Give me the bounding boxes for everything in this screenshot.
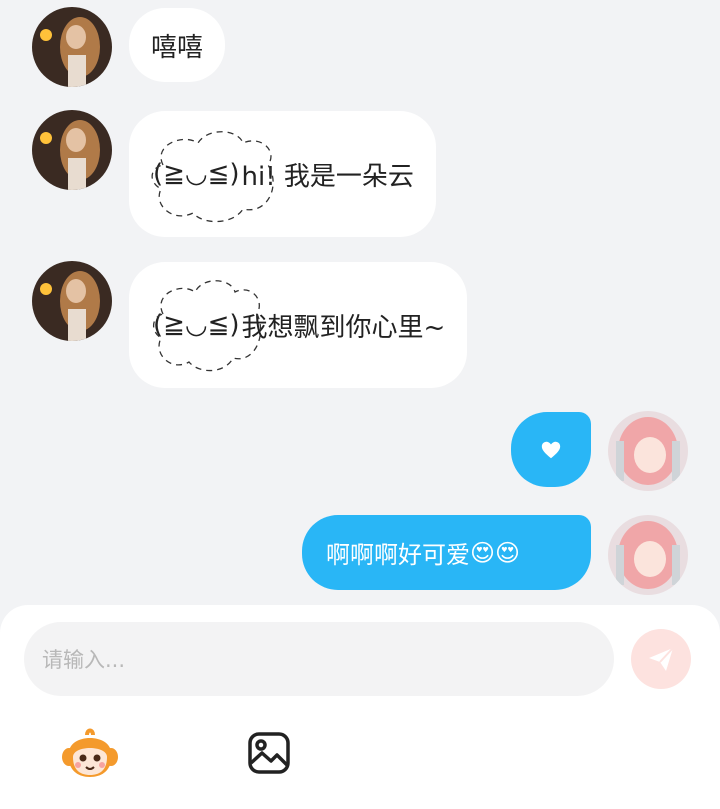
message-text: 嘻嘻: [151, 32, 204, 63]
message-text: 我想飘到你心里~: [241, 312, 446, 343]
image-button[interactable]: [246, 730, 292, 776]
message-bubble-incoming[interactable]: (≧◡≦) 我想飘到你心里~: [129, 262, 468, 388]
user-avatar[interactable]: [608, 515, 688, 595]
message-bubble-outgoing[interactable]: [511, 412, 591, 487]
contact-avatar[interactable]: [32, 7, 112, 87]
input-panel: 请输入...: [0, 605, 720, 809]
chat-area: 嘻嘻 (≧◡≦) hi! 我是一朵云 (≧◡≦) 我想飘到你心里~ 啊啊啊好可爱…: [0, 0, 720, 605]
contact-avatar[interactable]: [32, 261, 112, 341]
image-icon: [248, 732, 290, 774]
heart-icon: [541, 441, 561, 458]
cloud-kaomoji: (≧◡≦): [151, 131, 274, 223]
message-text: hi! 我是一朵云: [241, 161, 414, 192]
send-icon: [649, 647, 674, 671]
cloud-kaomoji: (≧◡≦): [151, 280, 262, 372]
message-bubble-incoming[interactable]: 嘻嘻: [129, 8, 226, 82]
input-placeholder: 请输入...: [42, 648, 126, 672]
message-bubble-incoming[interactable]: (≧◡≦) hi! 我是一朵云: [129, 111, 436, 237]
user-avatar[interactable]: [608, 411, 688, 491]
message-input[interactable]: 请输入...: [24, 622, 614, 696]
send-button[interactable]: [631, 629, 691, 689]
contact-avatar[interactable]: [32, 110, 112, 190]
kaomoji-text: (≧◡≦): [153, 310, 240, 340]
emoji-button[interactable]: [60, 723, 120, 783]
heart-eyes-emoji: 😍😍: [470, 538, 521, 567]
mascot-emoji-icon: [62, 728, 118, 777]
message-bubble-outgoing[interactable]: 啊啊啊好可爱 😍😍: [302, 515, 591, 590]
kaomoji-text: (≧◡≦): [153, 159, 240, 189]
message-text: 啊啊啊好可爱: [326, 541, 470, 569]
